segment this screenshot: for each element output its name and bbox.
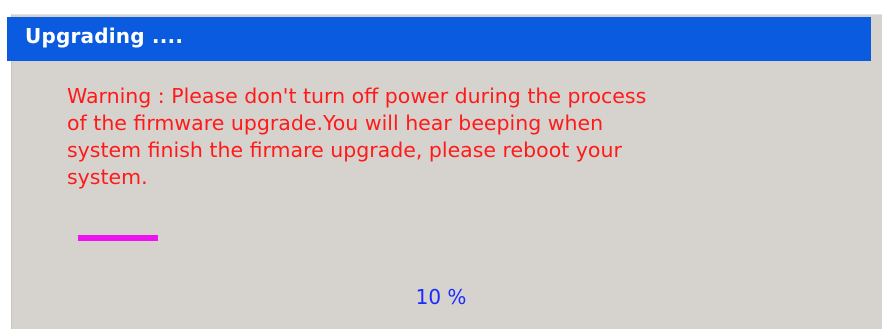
annotation-underline [78, 235, 158, 241]
warning-line: of the firmware upgrade.You will hear be… [67, 111, 604, 135]
dialog-title: Upgrading .... [25, 24, 184, 48]
warning-line: system finish the firmare upgrade, pleas… [67, 138, 622, 162]
warning-line: system. [67, 165, 148, 189]
title-bar: Upgrading .... [7, 17, 871, 61]
warning-message: Warning : Please don't turn off power du… [67, 83, 867, 191]
warning-line: Warning : Please don't turn off power du… [67, 84, 647, 108]
upgrade-window: Upgrading .... Warning : Please don't tu… [0, 0, 882, 329]
progress-status: 10 % [415, 285, 467, 309]
